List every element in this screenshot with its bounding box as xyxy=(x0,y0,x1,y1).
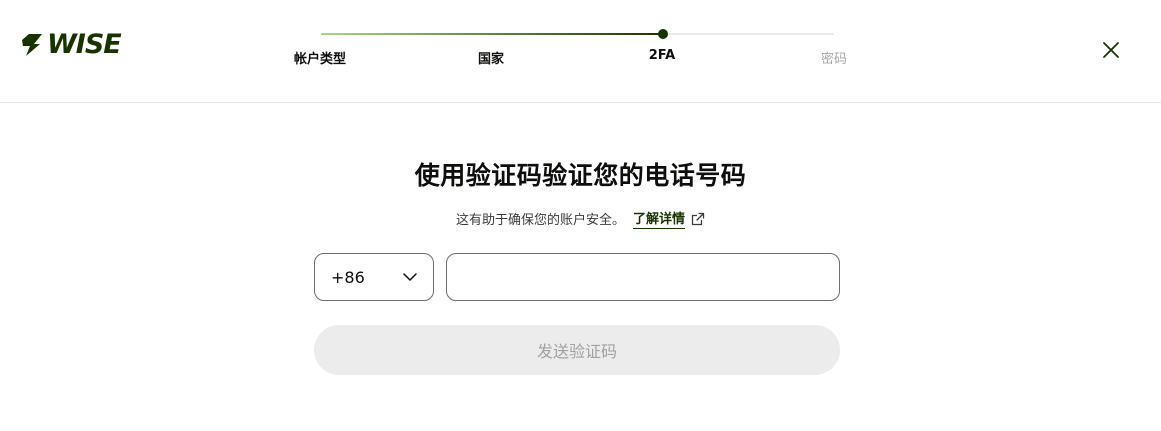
stepper-progress xyxy=(321,33,663,35)
subtitle-row: 这有助于确保您的账户安全。 了解详情 xyxy=(0,208,1161,229)
country-code-value: +86 xyxy=(331,267,365,287)
country-code-select[interactable]: +86 xyxy=(314,253,434,301)
progress-stepper: 帐户类型 国家 2FA 密码 xyxy=(0,0,1161,103)
header: WISE 帐户类型 国家 2FA 密码 xyxy=(0,0,1161,103)
learn-more-label: 了解详情 xyxy=(633,208,686,229)
subtitle-text: 这有助于确保您的账户安全。 xyxy=(455,213,625,228)
send-code-button[interactable]: 发送验证码 xyxy=(314,325,840,375)
step-2fa: 2FA xyxy=(648,48,676,63)
chevron-down-icon xyxy=(403,273,417,281)
learn-more-link[interactable]: 了解详情 xyxy=(633,208,705,229)
close-button[interactable] xyxy=(1098,37,1124,63)
step-account-type: 帐户类型 xyxy=(293,52,347,67)
stepper-current-dot xyxy=(658,29,668,39)
page-title: 使用验证码验证您的电话号码 xyxy=(414,161,747,190)
close-icon xyxy=(1103,42,1119,58)
phone-number-input[interactable] xyxy=(446,253,840,301)
step-country: 国家 xyxy=(477,52,505,67)
page: WISE 帐户类型 国家 2FA 密码 使用验证码验证您的电话号码 这有助于确保… xyxy=(0,0,1161,431)
step-password: 密码 xyxy=(820,52,848,67)
external-link-icon xyxy=(691,212,705,225)
